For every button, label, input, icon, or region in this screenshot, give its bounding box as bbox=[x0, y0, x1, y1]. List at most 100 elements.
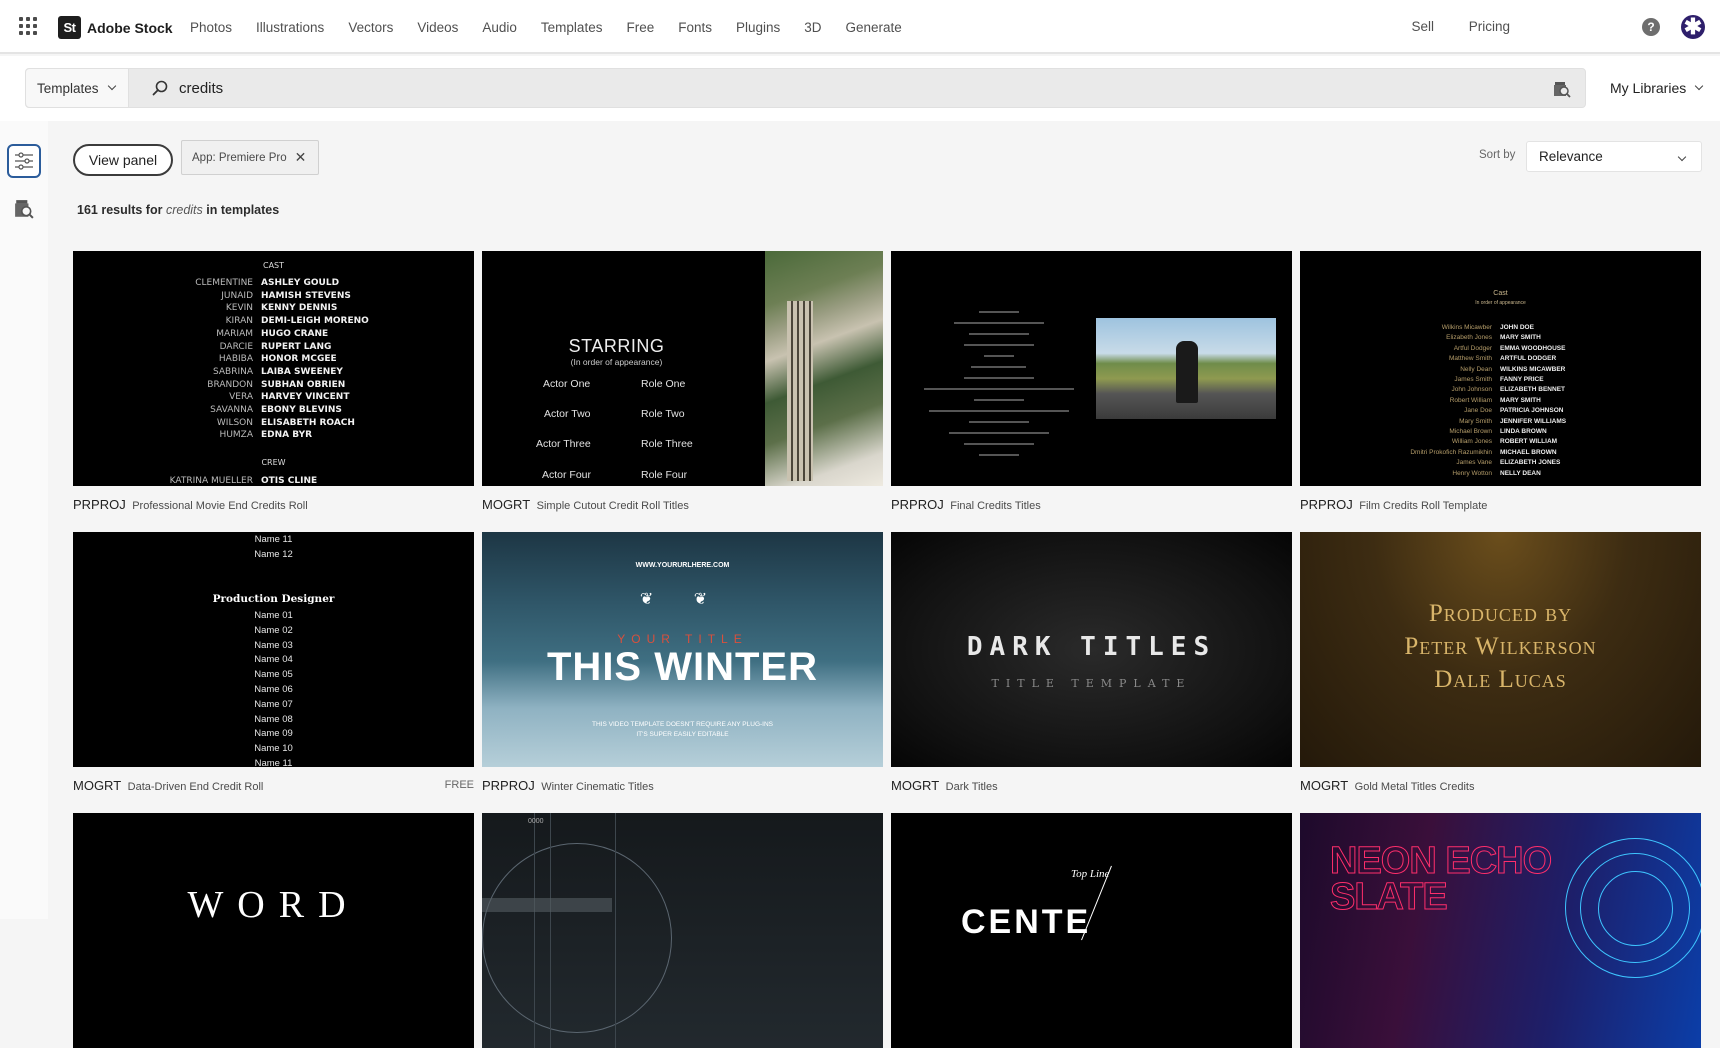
preview-role: WILSON bbox=[216, 417, 253, 428]
hud-line bbox=[615, 813, 616, 1048]
preview-crew-row: KATRINA MUELLER OTIS CLINE bbox=[169, 476, 318, 486]
close-icon[interactable]: ✕ bbox=[295, 149, 307, 166]
city-aerial-image bbox=[765, 251, 883, 486]
preview-name: Name 09 bbox=[254, 728, 293, 740]
sort-dropdown[interactable]: Relevance bbox=[1526, 141, 1702, 172]
preview-role: Role One bbox=[641, 378, 686, 390]
nav-illustrations[interactable]: Illustrations bbox=[256, 20, 324, 35]
preview-subtitle-line: IT'S SUPER EASILY EDITABLE bbox=[636, 731, 729, 738]
chevron-down-icon bbox=[1695, 81, 1704, 91]
visual-search-icon[interactable] bbox=[1553, 80, 1571, 98]
thumbnail-hud-title[interactable]: 0000 bbox=[482, 813, 883, 1048]
preview-heading: STARRING bbox=[568, 336, 665, 356]
card-caption[interactable]: MOGRT Simple Cutout Credit Roll Titles bbox=[482, 497, 689, 512]
filter-chip-app-premiere-pro: App: Premiere Pro ✕ bbox=[181, 140, 320, 175]
preview-actor: WILKINS MICAWBER bbox=[1500, 365, 1566, 373]
result-card[interactable]: Produced by Peter Wilkerson Dale Lucas M… bbox=[1300, 532, 1701, 793]
card-caption[interactable]: PRPROJ Professional Movie End Credits Ro… bbox=[73, 497, 308, 512]
nav-3d[interactable]: 3D bbox=[804, 20, 821, 35]
nav-videos[interactable]: Videos bbox=[417, 20, 458, 35]
thumbnail-simple-cutout-credit-roll[interactable]: STARRING (In order of appearance) Actor … bbox=[482, 251, 883, 486]
preview-role: James Smith bbox=[1454, 376, 1492, 383]
nav-photos[interactable]: Photos bbox=[190, 20, 232, 35]
preview-actor: HONOR MCGEE bbox=[261, 354, 337, 365]
thumbnail-professional-movie-end-credits[interactable]: CAST CLEMENTINE ASHLEY GOULD JUNAID HAMISH … bbox=[73, 251, 474, 486]
card-caption[interactable]: MOGRT Data-Driven End Credit Roll bbox=[73, 778, 263, 793]
app-switcher-grid-icon[interactable] bbox=[19, 17, 37, 35]
result-card[interactable]: NEON ECHO SLATE bbox=[1300, 813, 1701, 1048]
my-libraries-label: My Libraries bbox=[1610, 80, 1687, 96]
preview-cast-row: SAVANNA EBONY BLEVINS bbox=[73, 405, 474, 415]
card-title: Dark Titles bbox=[945, 781, 998, 793]
result-card[interactable]: DARK TITLES TITLE TEMPLATE MOGRT Dark Ti… bbox=[891, 532, 1292, 793]
preview-role: Wilkins Micawber bbox=[1441, 324, 1492, 331]
preview-subheading: In order of appearance bbox=[1475, 300, 1526, 306]
view-panel-button[interactable]: View panel bbox=[73, 144, 173, 176]
preview-topline: Top Line bbox=[1071, 868, 1110, 880]
result-card[interactable]: CAST CLEMENTINE ASHLEY GOULD JUNAID HAMISH … bbox=[73, 251, 474, 512]
card-caption[interactable]: PRPROJ Film Credits Roll Template bbox=[1300, 497, 1487, 512]
preview-cast-row: CLEMENTINE ASHLEY GOULD bbox=[73, 278, 474, 288]
card-caption[interactable]: MOGRT Dark Titles bbox=[891, 778, 998, 793]
thumbnail-winter-cinematic-titles[interactable]: WWW.YOURURLHERE.COM ❦ ❦ YOUR TITLE THIS … bbox=[482, 532, 883, 767]
filters-toggle-button[interactable] bbox=[7, 144, 41, 178]
preview-cast-row: BRANDON SUBHAN OBRIEN bbox=[73, 380, 474, 390]
preview-role: VERA bbox=[229, 392, 253, 403]
file-type: PRPROJ bbox=[482, 778, 535, 793]
thumbnail-final-credits-titles[interactable] bbox=[891, 251, 1292, 486]
thumbnail-film-credits-roll[interactable]: Cast In order of appearance Wilkins Mica… bbox=[1300, 251, 1701, 486]
file-type: PRPROJ bbox=[73, 497, 126, 512]
preview-role: Dmitri Prokofich Razumikhin bbox=[1410, 448, 1492, 456]
pricing-link[interactable]: Pricing bbox=[1469, 19, 1510, 34]
nav-templates[interactable]: Templates bbox=[541, 20, 603, 35]
preview-actor: HUGO CRANE bbox=[261, 328, 329, 339]
preview-cast-row: John Johnson ELIZABETH BENNET bbox=[1300, 386, 1701, 393]
preview-role: Role Four bbox=[641, 469, 688, 481]
laurel-icon: ❦ ❦ bbox=[639, 591, 726, 608]
preview-subtitle-line: THIS VIDEO TEMPLATE DOESN'T REQUIRE ANY … bbox=[592, 721, 773, 728]
nav-plugins[interactable]: Plugins bbox=[736, 20, 780, 35]
preview-cast-row: James Smith FANNY PRICE bbox=[1300, 376, 1701, 383]
chevron-down-icon bbox=[1677, 152, 1687, 162]
sell-link[interactable]: Sell bbox=[1411, 19, 1434, 34]
nav-generate[interactable]: Generate bbox=[846, 20, 902, 35]
result-card[interactable]: Cast In order of appearance Wilkins Mica… bbox=[1300, 251, 1701, 512]
preview-actor: ELISABETH ROACH bbox=[261, 417, 355, 428]
my-libraries-dropdown[interactable]: My Libraries bbox=[1610, 68, 1704, 108]
result-card[interactable]: Top Line CENTE bbox=[891, 813, 1292, 1048]
card-caption[interactable]: PRPROJ Winter Cinematic Titles bbox=[482, 778, 654, 793]
preview-role: Nelly Dean bbox=[1460, 365, 1492, 373]
card-caption[interactable]: PRPROJ Final Credits Titles bbox=[891, 497, 1041, 512]
result-card[interactable]: 0000 bbox=[482, 813, 883, 1048]
preview-name: Name 11 bbox=[254, 758, 293, 767]
result-card[interactable]: Name 11 Name 12 Production Designer Name… bbox=[73, 532, 474, 793]
hud-line bbox=[550, 813, 551, 1048]
nav-free[interactable]: Free bbox=[626, 20, 654, 35]
result-card[interactable]: WWW.YOURURLHERE.COM ❦ ❦ YOUR TITLE THIS … bbox=[482, 532, 883, 793]
nav-fonts[interactable]: Fonts bbox=[678, 20, 712, 35]
help-icon[interactable]: ? bbox=[1642, 18, 1660, 36]
content-type-dropdown[interactable]: Templates bbox=[26, 69, 129, 107]
user-avatar[interactable]: ✱ bbox=[1681, 15, 1705, 39]
preview-role: SAVANNA bbox=[210, 405, 253, 415]
preview-role: Mary Smith bbox=[1459, 417, 1492, 425]
thumbnail-gold-metal-titles[interactable]: Produced by Peter Wilkerson Dale Lucas bbox=[1300, 532, 1701, 767]
preview-role: HABIBA bbox=[218, 354, 253, 365]
visual-search-icon[interactable] bbox=[14, 199, 34, 219]
thumbnail-dark-titles[interactable]: DARK TITLES TITLE TEMPLATE bbox=[891, 532, 1292, 767]
search-input[interactable] bbox=[179, 69, 1379, 107]
nav-vectors[interactable]: Vectors bbox=[348, 20, 393, 35]
file-type: MOGRT bbox=[482, 497, 531, 512]
result-card[interactable]: STARRING (In order of appearance) Actor … bbox=[482, 251, 883, 512]
file-type: MOGRT bbox=[1300, 778, 1349, 793]
card-caption[interactable]: MOGRT Gold Metal Titles Credits bbox=[1300, 778, 1474, 793]
result-card[interactable]: PRPROJ Final Credits Titles bbox=[891, 251, 1292, 512]
thumbnail-center-title[interactable]: Top Line CENTE bbox=[891, 813, 1292, 1048]
nav-audio[interactable]: Audio bbox=[482, 20, 517, 35]
adobe-stock-logo[interactable]: St Adobe Stock bbox=[58, 16, 173, 39]
result-card[interactable]: WORD bbox=[73, 813, 474, 1048]
thumbnail-word-title[interactable]: WORD bbox=[73, 813, 474, 1048]
preview-main-title: WORD bbox=[187, 884, 360, 926]
thumbnail-neon-echo-slate[interactable]: NEON ECHO SLATE bbox=[1300, 813, 1701, 1048]
thumbnail-data-driven-end-credit-roll[interactable]: Name 11 Name 12 Production Designer Name… bbox=[73, 532, 474, 767]
